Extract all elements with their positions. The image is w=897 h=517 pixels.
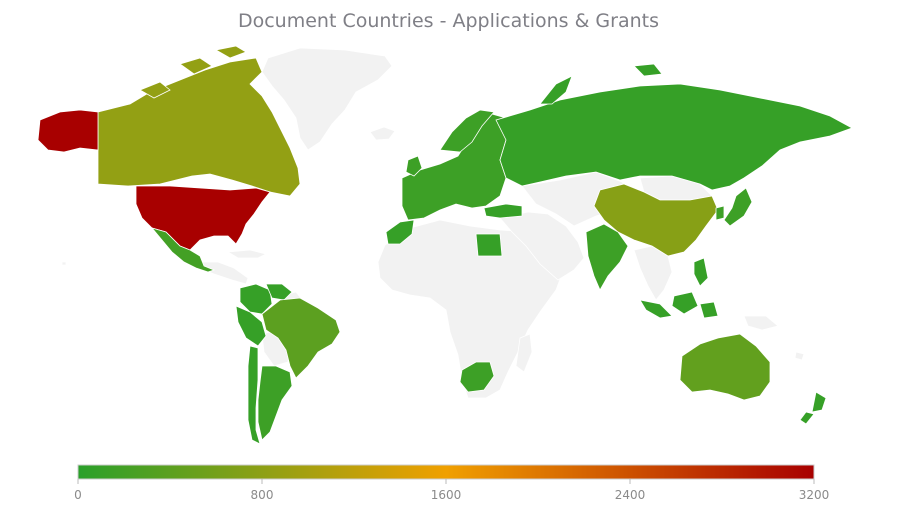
color-scale-bar	[77, 464, 815, 480]
color-scale-tick-label: 1600	[431, 488, 462, 502]
color-scale-tick-label: 3200	[799, 488, 830, 502]
color-scale-tick-label: 0	[74, 488, 82, 502]
color-scale-tick-label: 2400	[615, 488, 646, 502]
color-scale-tick-label: 800	[251, 488, 274, 502]
color-scale-ticks: 0 800 1600 2400 3200	[74, 479, 829, 502]
color-scale: 0 800 1600 2400 3200	[74, 464, 829, 502]
